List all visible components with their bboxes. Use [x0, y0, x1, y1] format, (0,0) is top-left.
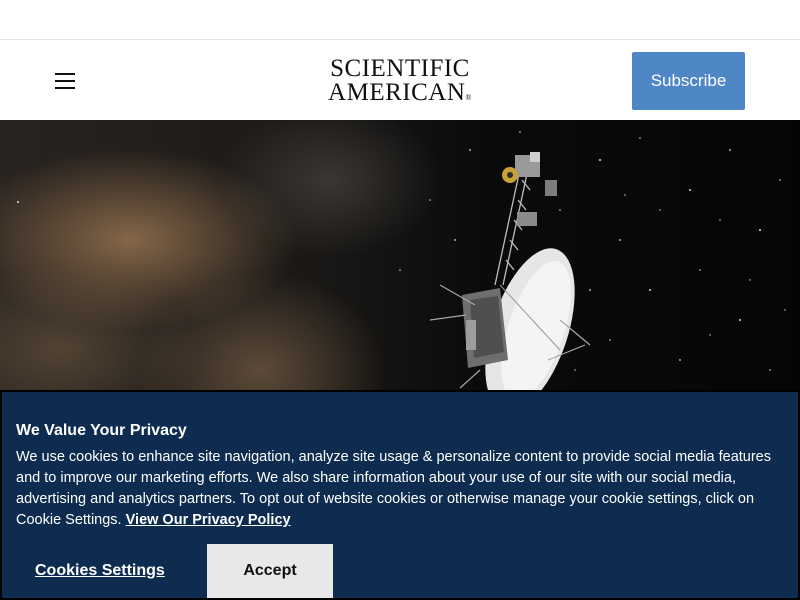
site-header: SCIENTIFIC AMERICAN® Subscribe [0, 41, 800, 120]
logo-line-2: AMERICAN® [328, 79, 472, 106]
voyager-spacecraft-illustration [17, 131, 786, 390]
site-logo[interactable]: SCIENTIFIC AMERICAN® [300, 55, 500, 110]
subscribe-button[interactable]: Subscribe [632, 52, 745, 110]
registered-mark: ® [465, 93, 472, 102]
starfield [17, 131, 786, 371]
cookie-banner-body: We use cookies to enhance site navigatio… [16, 447, 786, 531]
cookie-banner-title: We Value Your Privacy [16, 422, 187, 439]
hero-image [0, 120, 800, 390]
hamburger-menu-icon[interactable] [50, 69, 80, 93]
top-strip [0, 0, 800, 40]
cookie-settings-button[interactable]: Cookies Settings [35, 562, 165, 580]
logo-line-1: SCIENTIFIC [330, 55, 470, 82]
privacy-policy-link[interactable]: View Our Privacy Policy [126, 512, 291, 528]
accept-cookies-button[interactable]: Accept [207, 544, 333, 598]
cookie-consent-banner: We Value Your Privacy We use cookies to … [0, 390, 800, 600]
